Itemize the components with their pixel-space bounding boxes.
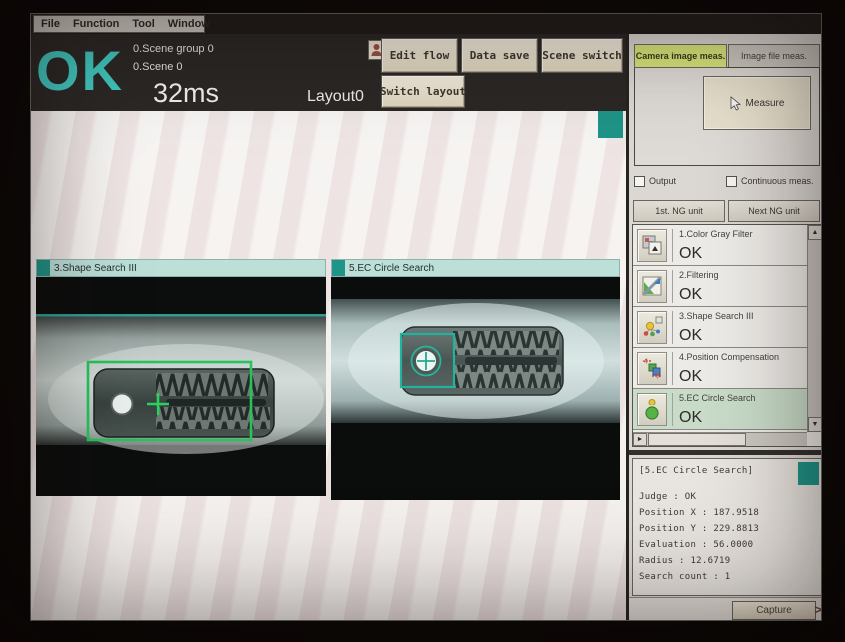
cursor-icon bbox=[730, 96, 741, 111]
flow-unit-title: 3.Shape Search III bbox=[679, 311, 754, 321]
capture-button[interactable]: Capture bbox=[732, 601, 816, 620]
flow-rows: 1.Color Gray Filter OK 2.Fi bbox=[633, 225, 807, 432]
menu-item-tool[interactable]: Tool bbox=[132, 18, 154, 30]
menu-box: File Function Tool Window bbox=[33, 15, 205, 33]
scene-group-label: 0.Scene group 0 bbox=[133, 43, 214, 55]
position-compensation-icon bbox=[641, 357, 663, 379]
flow-unit-title: 1.Color Gray Filter bbox=[679, 229, 753, 239]
data-save-button[interactable]: Data save bbox=[461, 38, 538, 73]
flow-list-vertical-scrollbar[interactable]: ▲ ▼ bbox=[807, 225, 822, 432]
detail-position-x: Position X : 187.9518 bbox=[639, 505, 822, 521]
main-accent-square bbox=[598, 111, 623, 138]
scroll-down-icon: ▼ bbox=[812, 421, 819, 428]
scroll-right-icon: ► bbox=[637, 436, 644, 443]
flow-unit-position-compensation[interactable]: 4.Position Compensation OK bbox=[633, 348, 807, 389]
flow-unit-color-gray-filter[interactable]: 1.Color Gray Filter OK bbox=[633, 225, 807, 266]
scroll-down-button[interactable]: ▼ bbox=[808, 417, 822, 432]
viewport-title: 5.EC Circle Search bbox=[345, 263, 434, 274]
vision-system-screen: File Function Tool Window OK 0.Scene gro… bbox=[30, 13, 822, 621]
measure-panel: Measure bbox=[634, 67, 820, 166]
checkbox-box-icon bbox=[726, 176, 737, 187]
detail-search-count: Search count : 1 bbox=[639, 569, 822, 585]
output-checkbox-label: Output bbox=[649, 176, 676, 186]
flow-unit-result: OK bbox=[679, 246, 753, 262]
menu-bar: File Function Tool Window bbox=[31, 14, 821, 34]
measure-button-label: Measure bbox=[746, 98, 785, 109]
detail-position-y: Position Y : 229.8813 bbox=[639, 521, 822, 537]
continuous-meas-checkbox-label: Continuous meas. bbox=[741, 176, 814, 186]
flow-unit-shape-search[interactable]: 3.Shape Search III OK bbox=[633, 307, 807, 348]
ec-circle-search-icon bbox=[641, 398, 663, 420]
main-display-area: 3.Shape Search III bbox=[31, 111, 626, 621]
scene-label: 0.Scene 0 bbox=[133, 61, 183, 73]
flow-unit-title: 5.EC Circle Search bbox=[679, 393, 756, 403]
viewport-accent-square bbox=[37, 260, 50, 276]
continuous-meas-checkbox[interactable]: Continuous meas. bbox=[726, 173, 814, 189]
scroll-up-button[interactable]: ▲ bbox=[808, 225, 822, 240]
flow-unit-ec-circle-search[interactable]: 5.EC Circle Search OK bbox=[633, 389, 807, 430]
detail-accent-square bbox=[798, 462, 819, 485]
next-page-arrow[interactable]: > bbox=[814, 602, 822, 617]
measure-button[interactable]: Measure bbox=[703, 76, 811, 130]
tab-camera-image-meas[interactable]: Camera image meas. bbox=[634, 44, 727, 68]
detail-judge: Judge : OK bbox=[639, 489, 822, 505]
circle-search-image[interactable] bbox=[331, 277, 620, 500]
flow-unit-filtering[interactable]: 2.Filtering OK bbox=[633, 266, 807, 307]
flow-unit-result: OK bbox=[679, 410, 756, 426]
tab-image-file-meas[interactable]: Image file meas. bbox=[728, 44, 820, 68]
shape-search-icon bbox=[641, 316, 663, 338]
capture-row: Capture > bbox=[629, 597, 822, 621]
flow-unit-result: OK bbox=[679, 369, 779, 385]
measure-time: 32ms bbox=[153, 78, 219, 109]
checkbox-row: Output Continuous meas. bbox=[634, 173, 820, 189]
checkbox-box-icon bbox=[634, 176, 645, 187]
flow-unit-result: OK bbox=[679, 328, 754, 344]
overall-judge-status: OK bbox=[36, 36, 124, 106]
menu-item-function[interactable]: Function bbox=[73, 18, 119, 30]
detail-title: [5.EC Circle Search] bbox=[639, 466, 822, 476]
edit-flow-button[interactable]: Edit flow bbox=[381, 38, 458, 73]
flow-unit-result: OK bbox=[679, 287, 719, 303]
menu-item-file[interactable]: File bbox=[41, 18, 60, 30]
detail-evaluation: Evaluation : 56.0000 bbox=[639, 537, 822, 553]
viewport-title: 3.Shape Search III bbox=[50, 263, 137, 274]
horizontal-scroll-thumb[interactable] bbox=[648, 433, 746, 446]
viewport-circle-search[interactable]: 5.EC Circle Search bbox=[331, 259, 620, 500]
layout-name: Layout0 bbox=[307, 88, 364, 106]
menu-item-window[interactable]: Window bbox=[168, 18, 210, 30]
flow-unit-list: 1.Color Gray Filter OK 2.Fi bbox=[632, 224, 822, 447]
detail-separator bbox=[629, 450, 822, 455]
viewport-shape-search[interactable]: 3.Shape Search III bbox=[36, 259, 326, 496]
unit-detail-panel: [5.EC Circle Search] Judge : OK Position… bbox=[632, 458, 822, 596]
filtering-icon bbox=[641, 275, 663, 297]
viewport-header: 3.Shape Search III bbox=[36, 259, 326, 277]
shape-search-overlay-graphic bbox=[36, 277, 326, 496]
scroll-right-button[interactable]: ► bbox=[633, 433, 647, 446]
output-checkbox[interactable]: Output bbox=[634, 173, 726, 189]
scroll-up-icon: ▲ bbox=[812, 229, 819, 236]
circle-search-overlay-graphic bbox=[331, 277, 620, 500]
color-gray-filter-icon bbox=[641, 234, 663, 256]
next-ng-unit-button[interactable]: Next NG unit bbox=[728, 200, 820, 222]
status-header: OK 0.Scene group 0 0.Scene 0 32ms Layout… bbox=[31, 34, 626, 111]
flow-unit-title: 4.Position Compensation bbox=[679, 352, 779, 362]
first-ng-unit-button[interactable]: 1st. NG unit bbox=[633, 200, 725, 222]
switch-layout-button[interactable]: Switch layout bbox=[381, 75, 465, 108]
flow-list-horizontal-scrollbar[interactable]: ◄ ► bbox=[633, 432, 807, 446]
viewport-header: 5.EC Circle Search bbox=[331, 259, 620, 277]
detail-radius: Radius : 12.6719 bbox=[639, 553, 822, 569]
shape-search-image[interactable] bbox=[36, 277, 326, 496]
viewport-accent-square bbox=[332, 260, 345, 276]
flow-unit-title: 2.Filtering bbox=[679, 270, 719, 280]
scene-switch-button[interactable]: Scene switch bbox=[541, 38, 623, 73]
control-panel: Camera image meas. Image file meas. Meas… bbox=[626, 34, 822, 621]
